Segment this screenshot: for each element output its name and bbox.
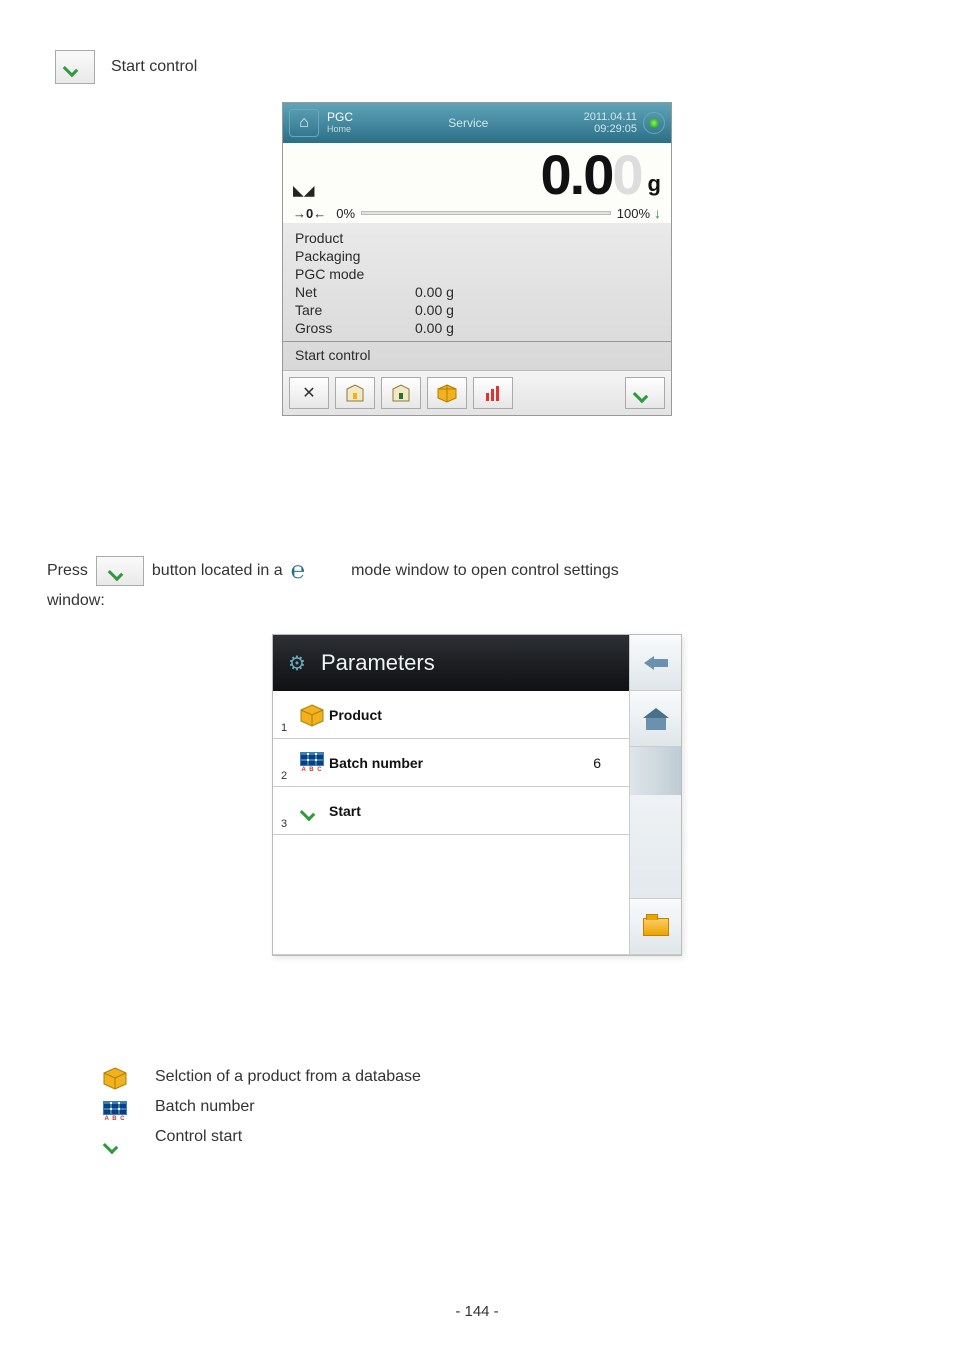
side-home-button[interactable] (630, 691, 681, 747)
footer-btn-confirm[interactable] (625, 377, 665, 409)
cube-icon (102, 1066, 128, 1090)
abc-grid-icon: A B C (101, 1100, 129, 1122)
e-logo-icon: ℮ (291, 558, 305, 585)
device-header: ⌂ PGC Home Service 2011.04.11 09:29:05 (283, 103, 671, 143)
check-icon (104, 1136, 126, 1152)
status-led-icon (643, 112, 665, 134)
start-control-button[interactable] (55, 50, 95, 84)
arrow-down-icon: ↓ (654, 205, 661, 221)
scrollbar-segment[interactable] (630, 747, 681, 795)
side-back-button[interactable] (630, 635, 681, 691)
row-start-control: Start control (295, 347, 370, 363)
row-num: 1 (281, 722, 295, 734)
param-row-product[interactable]: 1 Product (273, 691, 629, 739)
check-icon (109, 563, 131, 579)
side-toolbar (629, 635, 681, 955)
load-bar (361, 211, 611, 215)
param-row-batch[interactable]: 2 A B C Batch number 6 (273, 739, 629, 787)
row-net-value: 0.00 g (415, 284, 454, 300)
folder-icon (643, 918, 669, 936)
row-pgc-mode: PGC mode (295, 266, 415, 282)
footer-btn-chart[interactable] (473, 377, 513, 409)
home-icon[interactable]: ⌂ (289, 109, 319, 137)
legend-batch: Batch number (155, 1098, 421, 1116)
row-label: Product (329, 707, 601, 723)
footer-btn-box1[interactable] (335, 377, 375, 409)
check-icon (295, 803, 329, 819)
parameters-screenshot: ⚙ Parameters 1 Product 2 A B C Batch num… (272, 634, 682, 956)
header-subtitle: Home (327, 125, 353, 135)
row-value: 6 (593, 755, 601, 771)
start-control-label: Start control (111, 58, 197, 76)
legend-product: Selction of a product from a database (155, 1068, 421, 1086)
bar-right-pct: 100% (617, 206, 650, 221)
footer-btn-tools[interactable]: ✕ (289, 377, 329, 409)
page-number: - 144 - (0, 1303, 954, 1320)
weight-value: 0.0 (541, 143, 613, 206)
header-date: 2011.04.11 (584, 111, 637, 123)
pgc-mode-screenshot: ⌂ PGC Home Service 2011.04.11 09:29:05 ◣… (282, 102, 672, 416)
header-time: 09:29:05 (584, 123, 637, 135)
instr-middle: button located in a (152, 562, 283, 580)
instr-tail: mode window to open control settings (351, 562, 619, 580)
row-product: Product (295, 230, 415, 246)
row-tare-label: Tare (295, 302, 415, 318)
zero-indicator: →0← (293, 206, 326, 221)
row-packaging: Packaging (295, 248, 415, 264)
check-icon (634, 385, 656, 401)
weight-ghost-digit: 0 (612, 143, 641, 206)
row-label: Batch number (329, 755, 593, 771)
weight-unit: g (648, 171, 661, 197)
row-num: 2 (281, 770, 295, 782)
abc-grid-icon: A B C (295, 752, 329, 774)
instr-press: Press (47, 562, 88, 580)
stability-icon: ◣◢ (293, 182, 315, 199)
header-title: PGC (327, 110, 353, 124)
row-tare-value: 0.00 g (415, 302, 454, 318)
gear-icon: ⚙ (283, 649, 311, 677)
row-gross-value: 0.00 g (415, 320, 454, 336)
instr-window: window: (47, 592, 899, 610)
row-gross-label: Gross (295, 320, 415, 336)
parameters-title: Parameters (321, 650, 435, 676)
row-label: Start (329, 803, 601, 819)
row-num: 3 (281, 818, 295, 830)
home-icon (643, 708, 669, 730)
side-folder-button[interactable] (630, 899, 681, 955)
back-arrow-icon (644, 654, 668, 672)
row-net-label: Net (295, 284, 415, 300)
cube-icon (295, 703, 329, 727)
legend-start: Control start (155, 1128, 421, 1146)
param-row-start[interactable]: 3 Start (273, 787, 629, 835)
check-icon (64, 59, 86, 75)
inline-check-button[interactable] (96, 556, 144, 586)
weight-readout: 0.00 (315, 147, 642, 203)
bar-left-pct: 0% (336, 206, 355, 221)
footer-btn-cube[interactable] (427, 377, 467, 409)
footer-btn-box2[interactable] (381, 377, 421, 409)
header-service: Service (353, 116, 584, 130)
